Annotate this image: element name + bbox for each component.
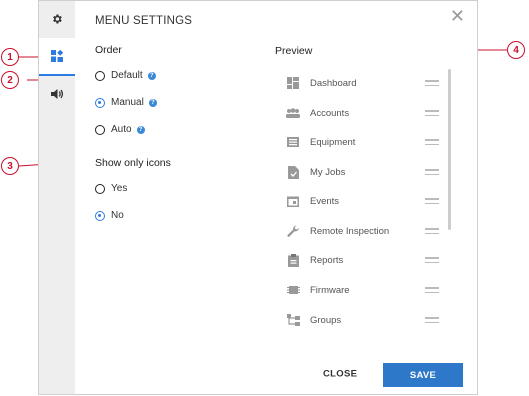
icons-option-no[interactable]: No — [95, 210, 124, 221]
order-label: Order — [95, 44, 122, 56]
list-item-label: Events — [310, 195, 340, 207]
list-item[interactable]: Groups — [275, 310, 445, 330]
firmware-icon — [286, 283, 300, 297]
list-item-label: My Jobs — [310, 166, 346, 178]
sound-icon — [51, 89, 64, 99]
list-item[interactable]: Reports — [275, 250, 445, 270]
accounts-icon — [286, 106, 300, 120]
drag-handle-icon[interactable] — [425, 110, 439, 116]
help-icon[interactable]: ? — [148, 98, 157, 107]
list-item[interactable]: Firmware — [275, 280, 445, 300]
radio-manual[interactable] — [95, 97, 105, 108]
drag-handle-icon[interactable] — [425, 139, 439, 145]
save-button[interactable]: SAVE — [383, 363, 463, 387]
radio-no[interactable] — [95, 210, 105, 221]
dashboard-icon — [286, 76, 300, 90]
groups-icon — [286, 313, 300, 327]
drag-handle-icon[interactable] — [425, 228, 439, 234]
help-icon[interactable]: ? — [147, 71, 156, 80]
sidebar-item-general[interactable] — [39, 1, 75, 37]
list-item-label: Groups — [310, 314, 342, 326]
list-item-label: Reports — [310, 254, 344, 266]
list-item-label: Remote Inspection — [310, 225, 390, 237]
preview-scrollbar[interactable] — [448, 69, 451, 230]
callout-4: 4 — [507, 41, 525, 59]
icons-option-label: Yes — [111, 183, 128, 194]
preview-list: Dashboard Accounts Equipment My Jobs Eve… — [275, 63, 455, 338]
icons-option-label: No — [111, 210, 124, 221]
events-icon — [286, 194, 300, 208]
menu-layout-icon — [51, 49, 64, 62]
wrench-icon — [286, 224, 300, 238]
drag-handle-icon[interactable] — [425, 198, 439, 204]
order-option-label: Default — [111, 70, 143, 81]
drag-handle-icon[interactable] — [425, 317, 439, 323]
list-item-label: Firmware — [310, 284, 350, 296]
settings-sidebar — [39, 1, 75, 394]
order-option-label: Auto — [111, 124, 132, 135]
show-only-icons-label: Show only icons — [95, 157, 171, 169]
order-option-manual[interactable]: Manual ? — [95, 97, 157, 108]
list-item[interactable]: Accounts — [275, 103, 445, 123]
radio-default[interactable] — [95, 70, 105, 81]
callout-1: 1 — [1, 48, 19, 66]
preview-label: Preview — [275, 45, 313, 57]
dialog-title: MENU SETTINGS — [95, 15, 193, 27]
callout-3: 3 — [1, 157, 19, 175]
close-icon[interactable]: ✕ — [450, 7, 465, 25]
drag-handle-icon[interactable] — [425, 287, 439, 293]
list-item-label: Dashboard — [310, 77, 357, 89]
order-option-auto[interactable]: Auto ? — [95, 124, 145, 135]
order-option-default[interactable]: Default ? — [95, 70, 156, 81]
help-icon[interactable]: ? — [136, 125, 145, 134]
list-item[interactable]: Remote Inspection — [275, 221, 445, 241]
list-item-label: Equipment — [310, 136, 356, 148]
jobs-icon — [286, 165, 300, 179]
reports-icon — [286, 253, 300, 267]
drag-handle-icon[interactable] — [425, 169, 439, 175]
drag-handle-icon[interactable] — [425, 80, 439, 86]
radio-yes[interactable] — [95, 183, 105, 194]
list-item[interactable]: Events — [275, 191, 445, 211]
sidebar-item-sound[interactable] — [39, 76, 75, 112]
icons-option-yes[interactable]: Yes — [95, 183, 127, 194]
menu-settings-dialog: MENU SETTINGS ✕ Order Default ? Manual ?… — [38, 0, 478, 395]
list-item[interactable]: My Jobs — [275, 162, 445, 182]
list-item-label: Accounts — [310, 107, 350, 119]
order-option-label: Manual — [111, 97, 144, 108]
list-item[interactable]: Equipment — [275, 132, 445, 152]
equipment-icon — [286, 135, 300, 149]
close-button[interactable]: CLOSE — [323, 369, 357, 380]
list-item[interactable]: Dashboard — [275, 73, 445, 93]
gear-icon — [53, 14, 62, 24]
drag-handle-icon[interactable] — [425, 257, 439, 263]
sidebar-item-menu[interactable] — [39, 38, 75, 74]
radio-auto[interactable] — [95, 124, 105, 135]
callout-2: 2 — [1, 71, 19, 89]
